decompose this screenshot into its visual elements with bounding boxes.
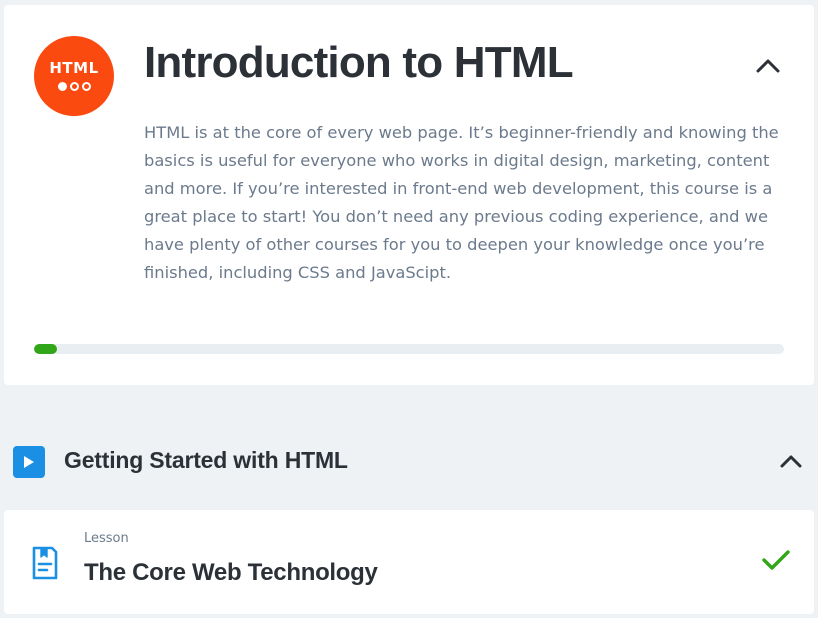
badge-dot (57, 82, 67, 91)
course-progress-bar (34, 344, 784, 354)
play-triangle-icon (24, 456, 34, 468)
chevron-up-icon (780, 455, 802, 467)
chevron-up-icon (756, 59, 780, 73)
badge-dot (69, 82, 79, 91)
course-card: HTML Introduction to HTML HTML is at the… (4, 5, 814, 385)
course-page: HTML Introduction to HTML HTML is at the… (0, 0, 818, 618)
course-collapse-button[interactable] (753, 51, 783, 81)
course-description: HTML is at the core of every web page. I… (144, 123, 779, 282)
lesson-document-icon (32, 546, 58, 580)
checkmark-icon (762, 550, 790, 570)
section-title: Getting Started with HTML (64, 447, 348, 473)
course-title: Introduction to HTML (144, 38, 574, 87)
lesson-title: The Core Web Technology (84, 559, 378, 586)
section-collapse-button[interactable] (776, 446, 806, 476)
lesson-item[interactable]: Lesson The Core Web Technology (4, 510, 814, 614)
badge-dot (81, 82, 91, 91)
play-icon (13, 446, 45, 478)
section-header[interactable]: Getting Started with HTML (0, 440, 818, 485)
lesson-type-label: Lesson (84, 531, 129, 546)
badge-dots (57, 82, 91, 91)
badge-label: HTML (49, 59, 99, 77)
course-progress-fill (34, 344, 57, 354)
html-course-badge-icon: HTML (34, 36, 114, 116)
